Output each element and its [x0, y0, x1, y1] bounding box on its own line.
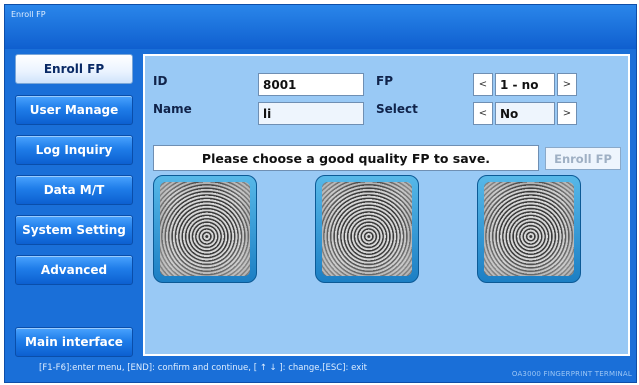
fp-prev-button[interactable]: <	[473, 73, 493, 96]
fingerprint-slot-1	[153, 175, 257, 283]
select-value[interactable]: No	[495, 102, 555, 125]
brand-label: OA3000 FINGERPRINT TERMINAL	[511, 370, 632, 378]
sidebar-item-system-setting[interactable]: System Setting	[15, 215, 133, 245]
fingerprint-slot-3	[477, 175, 581, 283]
sidebar-item-enroll-fp[interactable]: Enroll FP	[15, 54, 133, 84]
select-label: Select	[376, 102, 418, 116]
select-prev-button[interactable]: <	[473, 102, 493, 125]
select-next-button[interactable]: >	[557, 102, 577, 125]
enroll-fp-button[interactable]: Enroll FP	[545, 147, 621, 170]
fingerprint-icon	[484, 182, 574, 276]
fingerprint-icon	[322, 182, 412, 276]
app-window: Enroll FP Enroll FP User Manage Log Inqu…	[4, 4, 637, 383]
status-message: Please choose a good quality FP to save.	[153, 145, 539, 171]
enroll-panel: ID 8001 Name li FP < 1 - no > Select < N…	[143, 54, 630, 356]
fingerprint-slot-2	[315, 175, 419, 283]
sidebar-item-advanced[interactable]: Advanced	[15, 255, 133, 285]
sidebar-item-user-manage[interactable]: User Manage	[15, 95, 133, 125]
status-bar: [F1-F6]:enter menu, [END]: confirm and c…	[5, 360, 636, 382]
name-label: Name	[153, 102, 192, 116]
window-title: Enroll FP	[11, 10, 46, 19]
sidebar-item-log-inquiry[interactable]: Log Inquiry	[15, 135, 133, 165]
main-interface-button[interactable]: Main interface	[15, 327, 133, 357]
sidebar-item-data-mt[interactable]: Data M/T	[15, 175, 133, 205]
name-field[interactable]: li	[258, 102, 364, 125]
title-bar: Enroll FP	[5, 5, 636, 49]
fp-value[interactable]: 1 - no	[495, 73, 555, 96]
id-label: ID	[153, 74, 168, 88]
fingerprint-icon	[160, 182, 250, 276]
fp-next-button[interactable]: >	[557, 73, 577, 96]
fp-label: FP	[376, 74, 393, 88]
keyboard-hint: [F1-F6]:enter menu, [END]: confirm and c…	[39, 363, 367, 373]
id-field[interactable]: 8001	[258, 73, 364, 96]
